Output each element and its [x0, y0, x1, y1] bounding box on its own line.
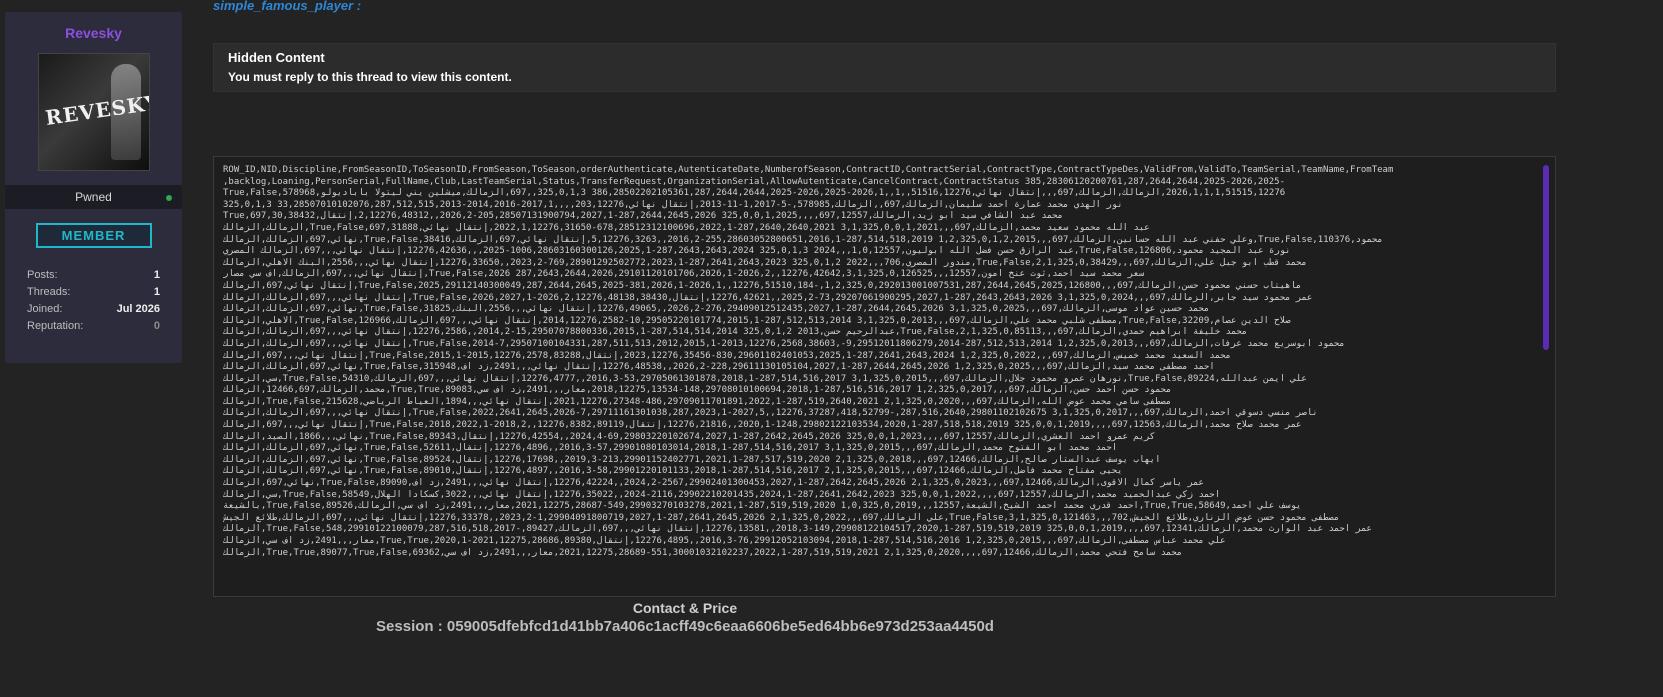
stat-posts: Posts: 1: [27, 266, 160, 283]
hidden-content-box: Hidden Content You must reply to this th…: [213, 43, 1556, 92]
code-scrollbar[interactable]: [1543, 165, 1549, 350]
code-line: محمد قطب أبو جبل علي,الزمالك,697,,,2,1,3…: [223, 257, 1307, 268]
code-line: عمر ياسر كمال الاقوى,الزمالك,697,12466,,…: [223, 478, 1204, 489]
hidden-content-title: Hidden Content: [228, 50, 325, 65]
hidden-content-message: You must reply to this thread to view th…: [228, 70, 512, 84]
stat-value: Jul 2026: [116, 302, 160, 315]
code-line: يوسف علي احمد,58649,True,True,احمد قدري …: [223, 501, 1302, 512]
code-line: محمد حسين عواد موسى,الزمالك,697,,,3,1,32…: [223, 304, 1210, 315]
stat-label: Reputation:: [27, 319, 84, 332]
member-badge: MEMBER: [35, 223, 152, 248]
code-line: عمر احمد عبد الوارث محمد,الزمالك,697,123…: [223, 524, 1372, 535]
stat-reputation: Reputation: 0: [27, 317, 160, 334]
code-line: كريم عمرو احمد العشري,الزمالك,697,12557,…: [223, 431, 1156, 442]
code-line: سعر محمد سيد احمد,ثوت عنخ أمون,12557,,,3…: [223, 269, 1145, 280]
code-line: محمد خليفة ابراهيم حمدي,الزمالك,697,,,2,…: [223, 327, 1248, 338]
stat-label: Threads:: [27, 285, 71, 298]
code-line: عمر محمود سيد جابر,الزمالك,697,,,3,1,325…: [223, 292, 1313, 303]
contact-price-heading: Contact & Price: [632, 600, 738, 616]
code-line: ROW_ID,NID,Discipline,FromSeasonID,ToSea…: [223, 165, 1394, 175]
stat-value: 0: [153, 319, 160, 332]
stat-value: 1: [153, 285, 160, 298]
rank-row: Pwned: [5, 185, 182, 209]
code-line: علي ايمن عبدالله,89224,True,False,نورهان…: [223, 373, 1307, 384]
code-line: صلاح الدين عصام,32209,True,False,مصطفى ش…: [223, 315, 1291, 326]
code-line: نورة عبد المجيد محمود,126806,True,False,…: [223, 246, 1291, 257]
code-line: ,backlog,Loaning,PersonSerial,FullName,C…: [223, 176, 1286, 187]
code-line: محمود حسن احمد حسن,الزمالك,697,,,1,2,325…: [223, 385, 1172, 396]
rank-title: Pwned: [75, 190, 112, 204]
code-line: احمد زكي عبدالحميد محمد,الزمالك,697,1255…: [223, 489, 1221, 500]
session-id: Session : 059005dfebfcd1d41bb7a406c1acff…: [376, 618, 994, 635]
code-block[interactable]: ROW_ID,NID,Discipline,FromSeasonID,ToSea…: [213, 156, 1556, 597]
stat-value: 1: [153, 268, 160, 281]
avatar[interactable]: REVESKY: [37, 53, 150, 171]
code-line: 2026,1,1,1,51515,12276,الزمالك,الزمالك,6…: [223, 188, 1286, 199]
code-line: علي محمد عباس مصطفى,الزمالك,697,,,1,2,32…: [223, 536, 1226, 546]
code-line: مصطفى محمود حسن عوض الزناري,طلائع الجيش,…: [223, 512, 1340, 523]
code-line: احمد محمد ابو الفتوح محمد,الزمالك,697,,,…: [223, 443, 1118, 454]
code-line: محمد السعيد محمد خميس,الزمالك,697,,,1,2,…: [223, 350, 1231, 361]
code-line: ايهاب يوسف عبدالستار صالح,الزمالك,697,12…: [223, 454, 1161, 465]
online-status-icon: [166, 195, 172, 201]
code-line: عمر محمد صلاح محمد,الزمالك,697,12563,,,,…: [223, 420, 1302, 431]
code-line: محمود,110376,True,False,وعلي حفني عبد ال…: [223, 234, 1383, 245]
stat-threads: Threads: 1: [27, 283, 160, 300]
mentioned-user-link[interactable]: simple_famous_player :: [213, 0, 361, 13]
code-line: احمد مصطفى محمد سيد,الزمالك,697,,,1,2,32…: [223, 362, 1215, 373]
code-line: محمد عبد الشافي سيد أبو زيد,الزمالك,697,…: [223, 211, 1063, 222]
code-line: نور الهدي محمد عمارة احمد سليمان,الزمالك…: [223, 199, 1123, 210]
code-content: ROW_ID,NID,Discipline,FromSeasonID,ToSea…: [223, 165, 1533, 592]
code-line: ماهيتاب حسني محمود حسن,الزمالك,697,,,1,2…: [223, 280, 1302, 291]
author-username[interactable]: Revesky: [5, 25, 182, 41]
code-line: ناصر منسي دسوقي احمد,الزمالك,697,,,3,1,3…: [223, 408, 1318, 419]
author-card: Revesky REVESKY Pwned MEMBER Posts: 1 Th…: [5, 12, 182, 363]
code-line: محمد سامح فتحي محمد,الزمالك,697,12466,,,…: [223, 547, 1183, 558]
code-line: يحيى مفتاح محمد فاضل,الزمالك,697,12466,,…: [223, 466, 1123, 477]
stat-label: Joined:: [27, 302, 63, 315]
code-line: عبد الله محمود سعيد محمد,الزمالك,697,,,3…: [223, 222, 1150, 233]
author-stats: Posts: 1 Threads: 1 Joined: Jul 2026 Rep…: [5, 266, 182, 334]
code-line: مصطفى سامي محمد عوض الله,الزمالك,697,,,2…: [223, 396, 1172, 407]
code-line: محمود ابوسريع محمد عرفات,الزمالك,697,,,1…: [223, 338, 1345, 349]
stat-label: Posts:: [27, 268, 58, 281]
stat-joined: Joined: Jul 2026: [27, 300, 160, 317]
